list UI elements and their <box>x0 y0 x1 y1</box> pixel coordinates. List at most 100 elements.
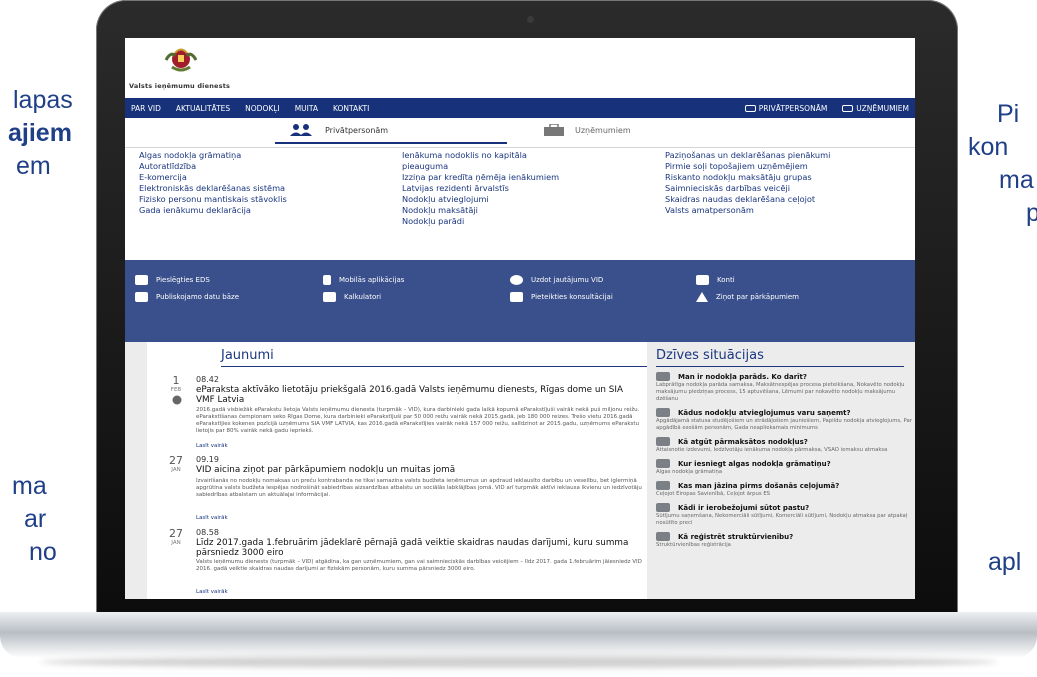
news-month: FEB <box>170 387 182 393</box>
life-situation-title-text: Kur iesniegt algas nodokļa grāmatiņu? <box>678 459 831 468</box>
news-day: 1 <box>172 374 180 387</box>
news-time: 09.19 <box>196 455 219 464</box>
side-text-line: ajiem <box>8 119 72 147</box>
life-situation-item[interactable]: Kādi ir ierobežojumi sūtot pastu? Sūtīju… <box>656 503 915 527</box>
audience-tabs: Privātpersonām Uzņēmumiem <box>125 118 915 148</box>
nav-private-persons[interactable]: PRIVĀTPERSONĀM <box>744 104 827 113</box>
coat-of-arms-icon <box>164 48 198 72</box>
laptop-base <box>0 612 1037 658</box>
topic-column-3: Paziņošanas un deklarēšanas pienākumi Pi… <box>665 150 915 260</box>
topic-link[interactable]: Riskanto nodokļu maksātāju grupas <box>665 172 915 183</box>
news-title[interactable]: VID aicina ziņot par pārkāpumiem nodokļu… <box>196 465 642 475</box>
tab-private-persons-label: Privātpersonām <box>325 125 389 135</box>
briefcase-icon <box>544 124 564 136</box>
life-situation-description: Attaisnotie izdevumi, Iedzīvotāju ienāku… <box>656 447 888 453</box>
news-summary: Izvairīšanās no nodokļu nomaksas un preč… <box>196 478 642 498</box>
side-text-line: apl <box>988 548 1022 576</box>
news-item[interactable]: 27 JAN 09.19 VID aicina ziņot par pārkāp… <box>147 455 647 521</box>
quick-link-calculators[interactable]: Kalkulatori <box>323 288 510 305</box>
life-situation-item[interactable]: Kā reģistrēt struktūrvienību? Struktūrvi… <box>656 532 915 549</box>
topic-link[interactable]: Latvijas rezidenti ārvalstīs <box>402 183 665 194</box>
life-situation-item[interactable]: Kādus nodokļu atvieglojumus varu saņemt?… <box>656 408 915 432</box>
topic-link[interactable]: Izziņa par kredīta ņēmēja ienākumiem <box>402 172 665 183</box>
topic-link[interactable]: Pirmie soļi topošajiem uzņēmējiem <box>665 161 915 172</box>
mobile-icon <box>323 274 331 285</box>
quick-link-consultation[interactable]: Pieteikties konsultācijai <box>510 288 696 305</box>
life-situation-description: Apgādājamā statusa studējošiem un strādā… <box>656 418 912 431</box>
quick-link-report-violation[interactable]: Ziņot par pārkāpumiem <box>696 288 915 305</box>
topic-link[interactable]: Autoratlīdzība <box>139 161 402 172</box>
read-more-link[interactable]: Lasīt vairāk <box>196 515 228 521</box>
topic-link[interactable]: pieauguma <box>402 161 665 172</box>
quick-link-public-database[interactable]: Publiskojamo datu bāze <box>135 288 323 305</box>
laptop-screen: Valsts ieņēmumu dienests PAR VID AKTUALI… <box>125 38 915 599</box>
news-day: 27 <box>169 454 183 467</box>
accounts-icon <box>696 274 709 285</box>
briefcase-icon <box>842 104 854 112</box>
side-text-line: no <box>29 538 57 566</box>
topic-link[interactable]: Algas nodokļa grāmatiņa <box>139 150 402 161</box>
nav-item-taxes[interactable]: NODOKĻI <box>245 104 280 113</box>
left-side-text: lapas ajiem em <box>0 84 73 183</box>
right-side-text: Pi kon ma p <box>962 98 1037 230</box>
nav-item-contacts[interactable]: KONTAKTI <box>333 104 369 113</box>
topic-link[interactable]: Ienākuma nodoklis no kapitāla <box>402 150 665 161</box>
quick-link-label: Pieslēgties EDS <box>156 275 210 284</box>
life-situation-title: Kādi ir ierobežojumi sūtot pastu? <box>656 503 915 512</box>
nav-item-news[interactable]: AKTUALITĀTES <box>176 104 230 113</box>
quick-link-label: Konti <box>717 275 735 284</box>
news-item[interactable]: 1 FEB 08.42 eParaksta aktīvāko lietotāju… <box>147 375 647 451</box>
topic-link[interactable]: Elektroniskās deklarēšanas sistēma <box>139 183 402 194</box>
life-situations-heading: Dzīves situācijas <box>656 348 764 363</box>
news-time: 08.58 <box>196 528 219 537</box>
book-icon <box>656 459 670 468</box>
camera-icon <box>527 16 534 23</box>
quick-link-label: Uzdot jautājumu VID <box>531 275 604 284</box>
news-heading: Jaunumi <box>221 348 274 363</box>
topic-link[interactable]: Nodokļu parādi <box>402 216 665 227</box>
topic-link[interactable]: Skaidras naudas deklarēšana ceļojot <box>665 194 915 205</box>
topic-link[interactable]: Paziņošanas un deklarēšanas pienākumi <box>665 150 915 161</box>
side-text-line: em <box>16 152 51 180</box>
topic-link[interactable]: Nodokļu atvieglojumi <box>402 194 665 205</box>
quick-link-eds[interactable]: Pieslēgties EDS <box>135 271 323 288</box>
side-text-line: kon <box>968 133 1009 161</box>
life-situation-item[interactable]: Man ir nodokļa parāds. Ko darīt? Labprāt… <box>656 372 915 403</box>
life-situation-title: Kas man jāzina pirms došanās ceļojumā? <box>656 481 915 490</box>
life-situation-title: Kā reģistrēt struktūrvienību? <box>656 532 915 541</box>
quick-link-ask-question[interactable]: Uzdot jautājumu VID <box>510 271 696 288</box>
topic-link[interactable]: Gada ienākumu deklarācija <box>139 205 402 216</box>
topic-link[interactable]: Fizisko personu mantiskais stāvoklis <box>139 194 402 205</box>
news-month: JAN <box>171 540 181 546</box>
nav-item-customs[interactable]: MUITA <box>295 104 318 113</box>
quick-link-mobile-apps[interactable]: Mobilās aplikācijas <box>323 271 510 288</box>
main-content: Jaunumi 1 FEB 08.42 eParaksta aktīvāko l… <box>125 342 915 599</box>
life-situation-item[interactable]: Kur iesniegt algas nodokļa grāmatiņu? Al… <box>656 459 915 476</box>
news-title[interactable]: Līdz 2017.gada 1.februārim jādeklarē pēr… <box>196 538 642 558</box>
topic-link[interactable]: Saimnieciskās darbības veicēji <box>665 183 915 194</box>
top-navigation: PAR VID AKTUALITĀTES NODOKĻI MUITA KONTA… <box>125 98 915 118</box>
nav-companies[interactable]: UZŅĒMUMIEM <box>842 104 909 113</box>
side-text-line: ma <box>12 472 47 500</box>
nav-item-about[interactable]: PAR VID <box>131 104 161 113</box>
topic-link[interactable]: Valsts amatpersonām <box>665 205 915 216</box>
life-situation-item[interactable]: Kā atgūt pārmaksātos nodokļus? Attaisnot… <box>656 437 915 454</box>
life-situation-title-text: Kādi ir ierobežojumi sūtot pastu? <box>678 503 810 512</box>
quick-link-accounts[interactable]: Konti <box>696 271 915 288</box>
topic-link[interactable]: Nodokļu maksātāji <box>402 205 665 216</box>
life-situation-item[interactable]: Kas man jāzina pirms došanās ceļojumā? C… <box>656 481 915 498</box>
side-text-line: p <box>1026 199 1037 227</box>
topic-link[interactable]: E-komercija <box>139 172 402 183</box>
family-icon <box>656 408 670 417</box>
life-situation-title: Kur iesniegt algas nodokļa grāmatiņu? <box>656 459 915 468</box>
news-item[interactable]: 27 JAN 08.58 Līdz 2017.gada 1.februārim … <box>147 528 647 598</box>
site-header: Valsts ieņēmumu dienests <box>125 38 915 98</box>
tab-companies[interactable]: Uzņēmumiem <box>543 124 631 136</box>
read-more-link[interactable]: Lasīt vairāk <box>196 443 228 449</box>
news-title[interactable]: eParaksta aktīvāko lietotāju priekšgalā … <box>196 385 642 405</box>
persons-icon <box>744 104 756 112</box>
tab-private-persons[interactable]: Privātpersonām <box>287 124 388 136</box>
life-situations-divider <box>656 366 904 367</box>
read-more-link[interactable]: Lasīt vairāk <box>196 589 228 595</box>
news-summary: 2016.gadā visbiežāk eParakstu lietoja Va… <box>196 407 640 434</box>
